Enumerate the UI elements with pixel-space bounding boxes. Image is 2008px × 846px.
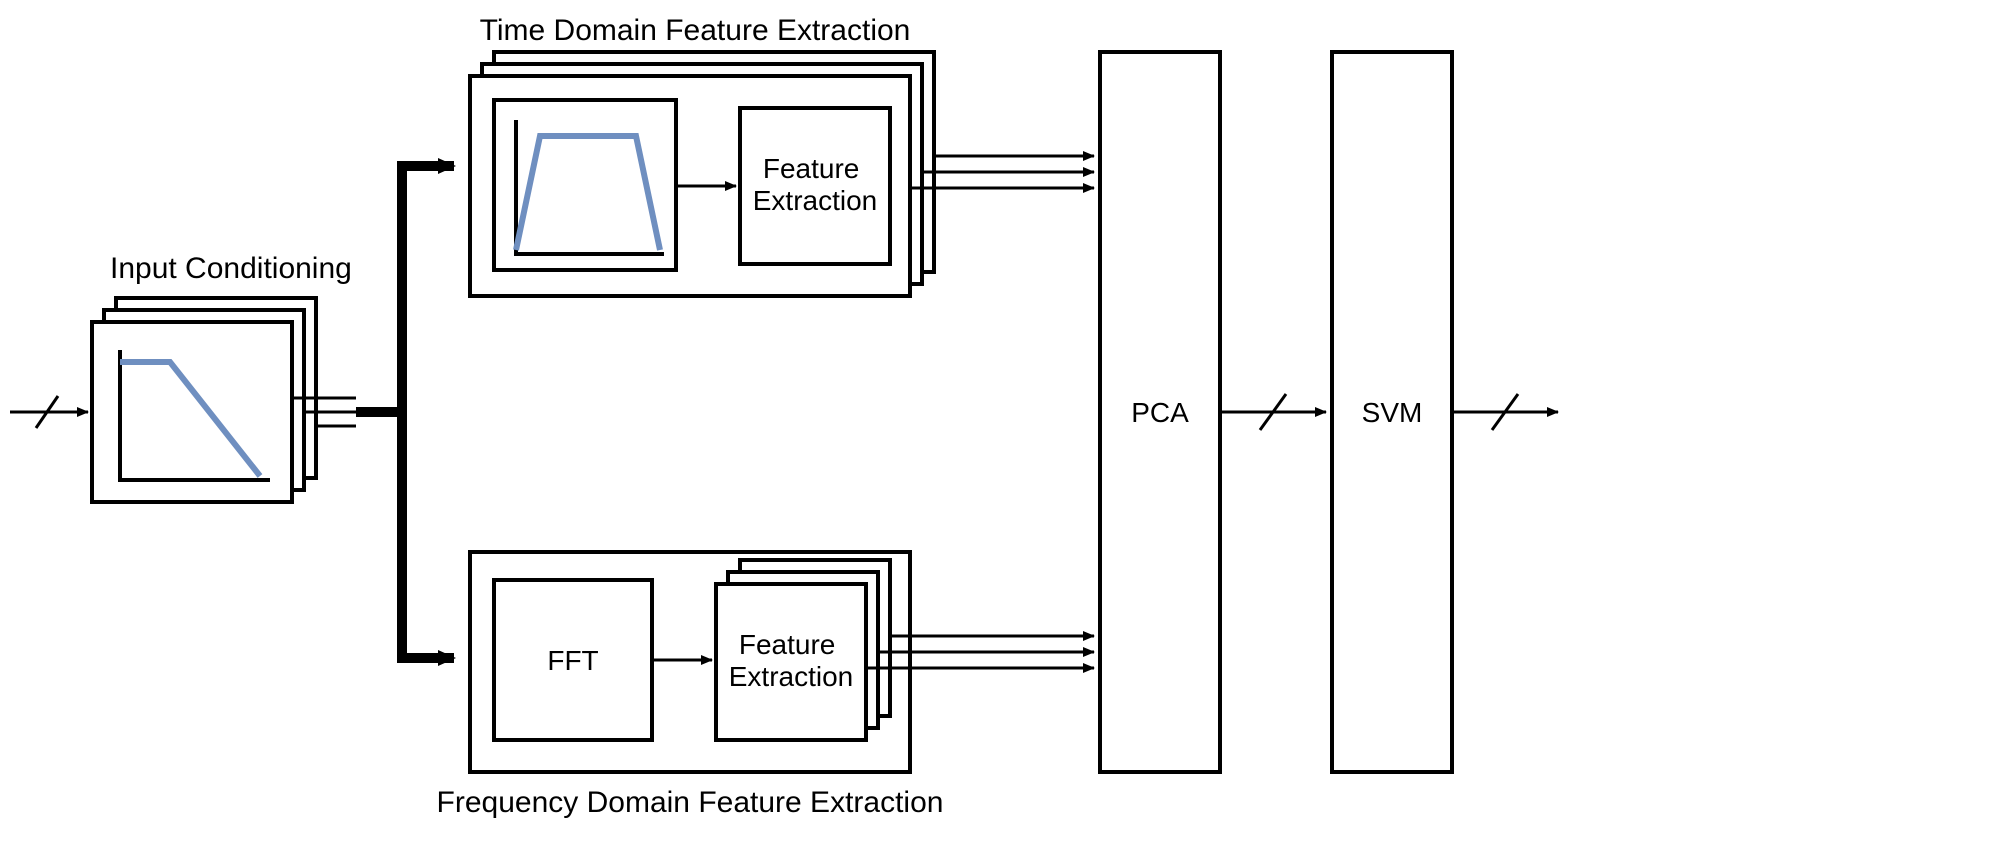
input-arrow	[10, 396, 88, 428]
freq-feature-extraction-label: Feature Extraction	[729, 629, 854, 692]
svm-out-arrow	[1452, 394, 1558, 430]
time-domain-stack: Feature Extraction	[470, 52, 934, 296]
fft-label: FFT	[547, 645, 598, 676]
time-domain-title: Time Domain Feature Extraction	[480, 14, 911, 47]
svm-block: SVM	[1332, 52, 1452, 772]
pca-block: PCA	[1100, 52, 1220, 772]
input-conditioning-title: Input Conditioning	[110, 252, 352, 285]
pca-label: PCA	[1131, 397, 1189, 428]
svm-label: SVM	[1362, 397, 1423, 428]
time-domain-out-arrows	[910, 156, 1094, 188]
time-feature-extraction-label: Feature Extraction	[753, 153, 878, 216]
freq-domain-title: Frequency Domain Feature Extraction	[437, 786, 944, 819]
pca-to-svm-arrow	[1220, 394, 1326, 430]
split-arrows	[356, 166, 454, 658]
freq-domain-container: FFT Feature Extraction	[470, 552, 910, 772]
input-conditioning-stack	[92, 298, 316, 502]
